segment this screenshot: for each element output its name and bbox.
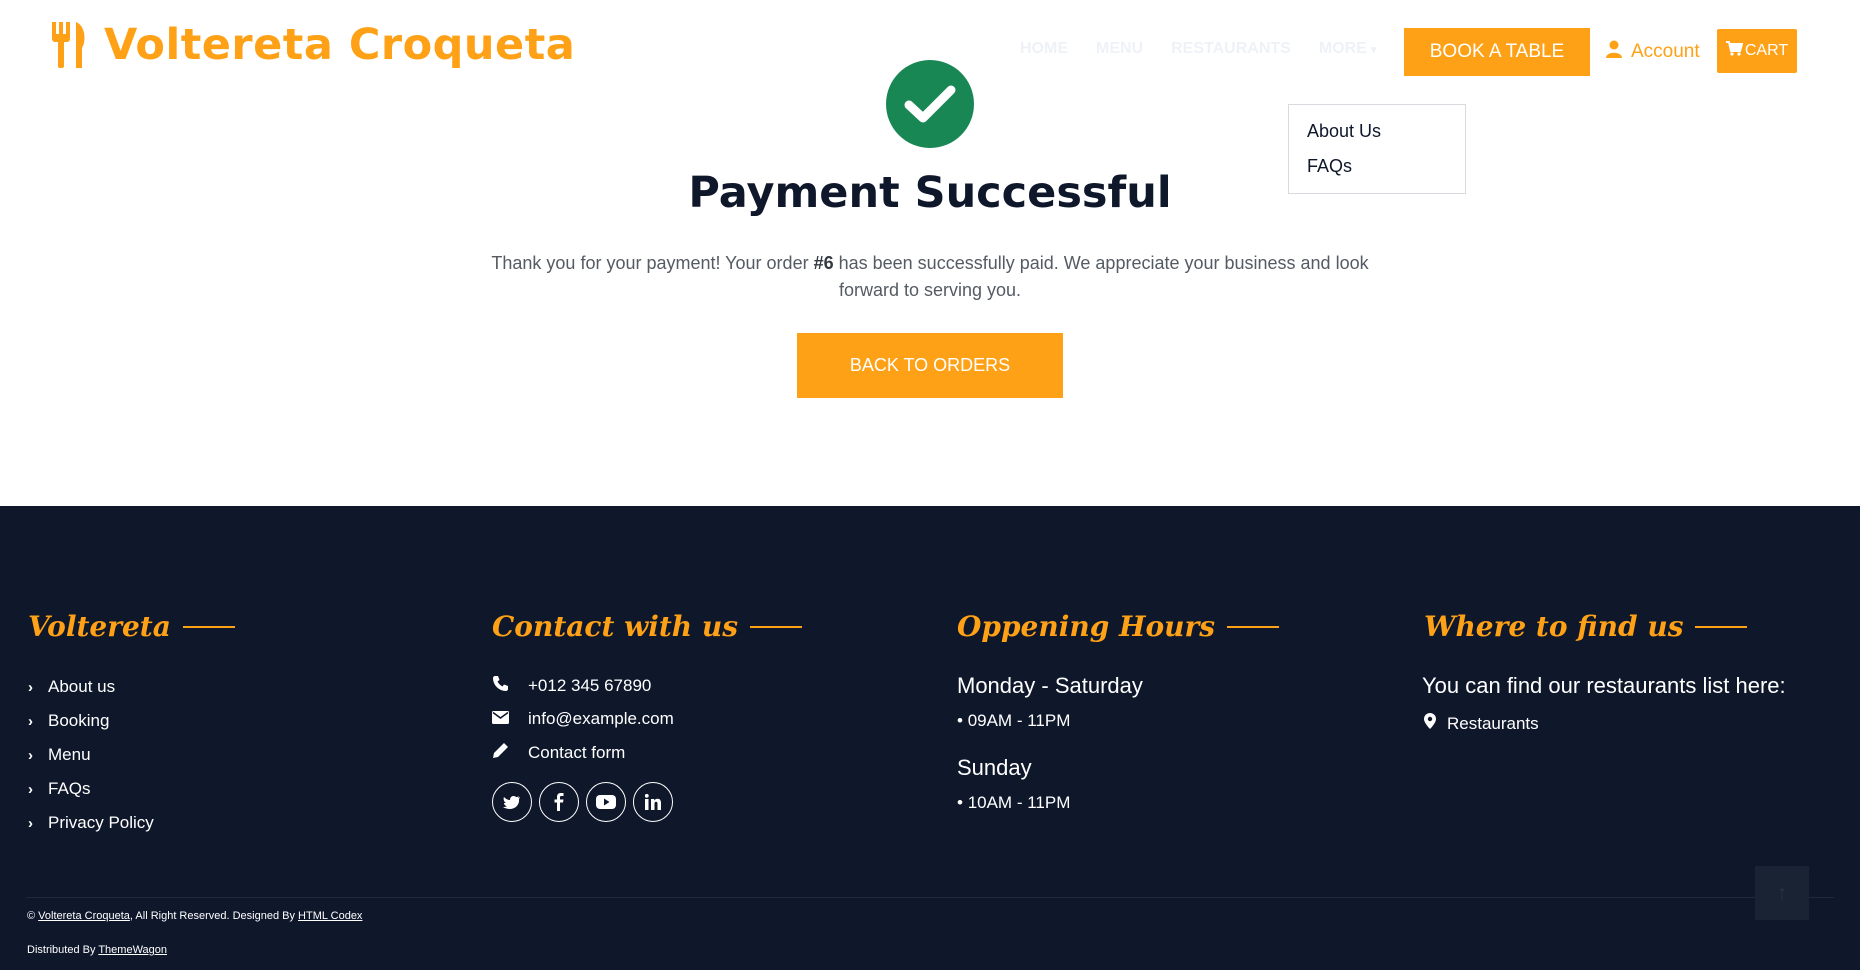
- map-marker-icon: [1424, 713, 1436, 734]
- footer-link-about[interactable]: › About us: [28, 677, 115, 697]
- nav-home[interactable]: HOME: [1020, 40, 1068, 58]
- envelope-icon: [492, 709, 509, 729]
- chevron-right-icon: ›: [28, 712, 33, 730]
- arrow-up-icon: ↑: [1777, 881, 1787, 904]
- cart-label: CART: [1744, 42, 1789, 59]
- linkedin-icon[interactable]: [633, 782, 673, 822]
- footer-col3-title: Oppening Hours: [957, 610, 1216, 643]
- brand-name: Voltereta Croqueta: [104, 20, 576, 70]
- email-address: info@example.com: [528, 709, 674, 728]
- back-to-orders-button[interactable]: BACK TO ORDERS: [797, 333, 1063, 398]
- chevron-right-icon: ›: [28, 678, 33, 696]
- youtube-icon[interactable]: [586, 782, 626, 822]
- find-us-intro: You can find our restaurants list here:: [1422, 673, 1786, 698]
- hours-day-sunday: Sunday: [957, 755, 1032, 780]
- footer-phone[interactable]: +012 345 67890: [492, 675, 651, 697]
- footer-link-booking[interactable]: › Booking: [28, 711, 109, 731]
- footer-title-contact: Contact with us: [492, 610, 803, 643]
- chevron-down-icon: ▾: [1370, 44, 1377, 56]
- chevron-right-icon: ›: [28, 746, 33, 764]
- message-text-end: has been successfully paid. We appreciat…: [833, 253, 1369, 300]
- message-text-start: Thank you for your payment! Your order: [491, 253, 814, 273]
- success-message: Thank you for your payment! Your order #…: [480, 250, 1380, 304]
- copyright-symbol: ©: [27, 910, 36, 922]
- footer-link-restaurants[interactable]: Restaurants: [1424, 713, 1539, 734]
- footer-link-privacy[interactable]: › Privacy Policy: [28, 813, 154, 833]
- nav-restaurants[interactable]: RESTAURANTS: [1171, 40, 1291, 58]
- footer-col1-title: Voltereta: [28, 610, 171, 643]
- nav-more-label: MORE: [1318, 40, 1367, 57]
- footer-title-hours: Oppening Hours: [957, 610, 1280, 643]
- title-underline: [182, 625, 235, 628]
- distributed-line: Distributed By ThemeWagon: [27, 944, 167, 956]
- title-underline: [1695, 625, 1748, 628]
- brand-logo[interactable]: Voltereta Croqueta: [50, 20, 575, 70]
- footer-title-where: Where to find us: [1424, 610, 1748, 643]
- hours-day-weekdays: Monday - Saturday: [957, 673, 1143, 698]
- footer-col4-title: Where to find us: [1424, 610, 1684, 643]
- footer-title-voltereta: Voltereta: [28, 610, 235, 643]
- chevron-right-icon: ›: [28, 814, 33, 832]
- facebook-icon[interactable]: [539, 782, 579, 822]
- designer-link[interactable]: HTML Codex: [298, 910, 362, 922]
- footer-link-label: FAQs: [48, 779, 91, 798]
- cart-button[interactable]: CART: [1717, 29, 1797, 73]
- hours-time-sunday: • 10AM - 11PM: [957, 793, 1071, 812]
- dropdown-about-us[interactable]: About Us: [1307, 121, 1381, 142]
- nav-links: HOME MENU RESTAURANTS MORE ▾: [1020, 40, 1376, 58]
- footer-divider: [26, 897, 1834, 898]
- footer-link-label: About us: [48, 677, 116, 696]
- phone-icon: [492, 675, 509, 697]
- footer-col2-title: Contact with us: [492, 610, 739, 643]
- footer-link-menu[interactable]: › Menu: [28, 745, 91, 765]
- twitter-icon[interactable]: [492, 782, 532, 822]
- hours-time-weekdays-value: 09AM - 11PM: [967, 711, 1071, 730]
- contact-form-label: Contact form: [528, 743, 626, 762]
- hours-time-sunday-value: 10AM - 11PM: [967, 793, 1071, 812]
- footer-email[interactable]: info@example.com: [492, 709, 674, 729]
- phone-number: +012 345 67890: [528, 676, 652, 695]
- order-number: #6: [813, 253, 834, 273]
- footer-link-label: Menu: [48, 745, 91, 764]
- footer-link-label: Privacy Policy: [48, 813, 154, 832]
- footer-link-faqs[interactable]: › FAQs: [28, 779, 91, 799]
- hours-time-weekdays: • 09AM - 11PM: [957, 711, 1071, 730]
- pencil-icon: [492, 742, 509, 764]
- book-table-button[interactable]: BOOK A TABLE: [1404, 28, 1590, 76]
- account-link[interactable]: Account: [1606, 40, 1700, 64]
- footer-link-label: Booking: [48, 711, 110, 730]
- chevron-right-icon: ›: [28, 780, 33, 798]
- title-underline: [1227, 625, 1280, 628]
- page-title: Payment Successful: [688, 168, 1172, 218]
- check-circle-icon: [886, 60, 974, 148]
- footer: Voltereta › About us › Booking › Menu › FAQs…: [0, 506, 1860, 970]
- copyright-brand-link[interactable]: Voltereta Croqueta: [38, 910, 130, 922]
- restaurants-link-label: Restaurants: [1447, 713, 1539, 733]
- utensils-icon: [50, 20, 88, 70]
- account-label: Account: [1631, 41, 1700, 62]
- social-links: [492, 782, 673, 822]
- nav-menu[interactable]: MENU: [1096, 40, 1143, 58]
- copyright-text: , All Right Reserved. Designed By: [129, 910, 299, 922]
- back-to-top-button[interactable]: ↑: [1755, 866, 1809, 920]
- copyright-line: © Voltereta Croqueta, All Right Reserved…: [27, 910, 362, 922]
- cart-icon: [1725, 41, 1744, 61]
- distributor-link[interactable]: ThemeWagon: [98, 944, 167, 956]
- footer-contact-form[interactable]: Contact form: [492, 742, 625, 764]
- title-underline: [750, 625, 803, 628]
- distributed-text: Distributed By: [27, 944, 99, 956]
- nav-more[interactable]: MORE ▾: [1319, 40, 1377, 58]
- user-icon: [1606, 40, 1622, 64]
